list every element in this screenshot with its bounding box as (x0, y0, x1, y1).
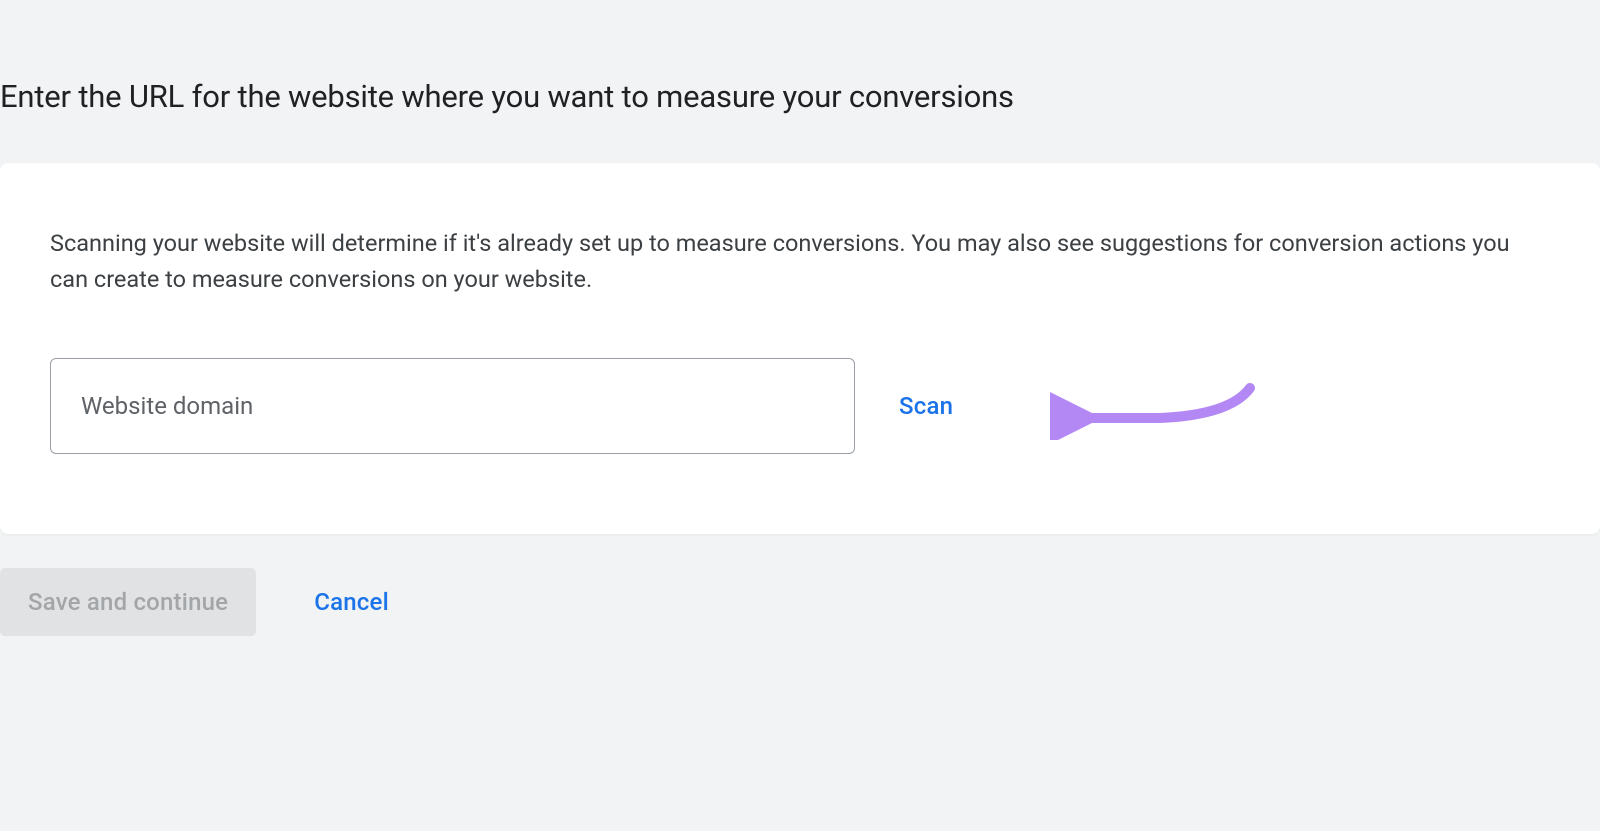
page-heading: Enter the URL for the website where you … (0, 0, 1600, 115)
cancel-button[interactable]: Cancel (310, 580, 393, 624)
footer-actions: Save and continue Cancel (0, 568, 1600, 636)
website-domain-input[interactable] (50, 358, 855, 454)
save-and-continue-button[interactable]: Save and continue (0, 568, 256, 636)
annotation-arrow-icon (1050, 380, 1270, 440)
url-card: Scanning your website will determine if … (0, 163, 1600, 534)
card-description: Scanning your website will determine if … (50, 225, 1550, 298)
scan-button[interactable]: Scan (895, 384, 957, 428)
input-row: Scan (50, 358, 1550, 454)
